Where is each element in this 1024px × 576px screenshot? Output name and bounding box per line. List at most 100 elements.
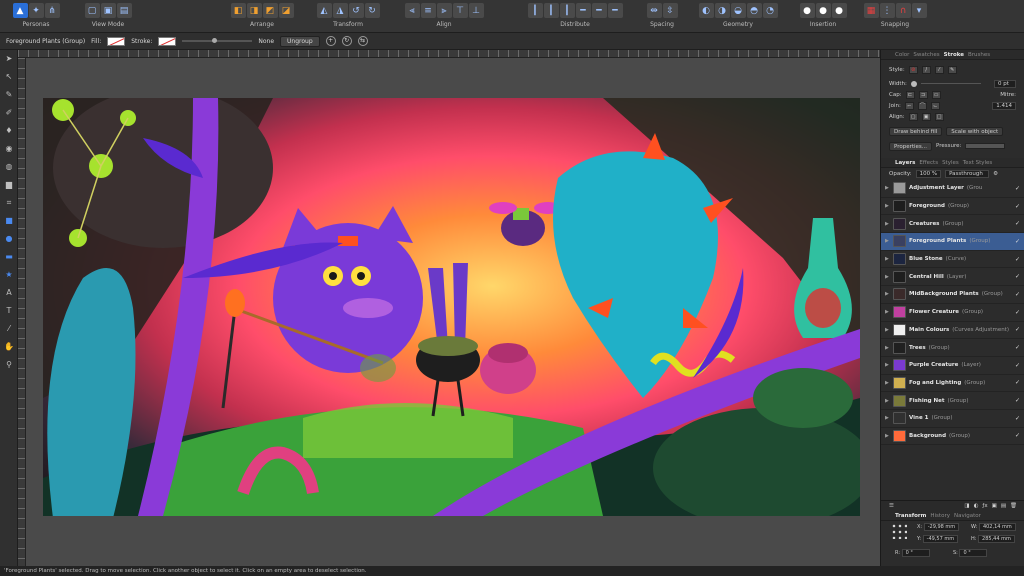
layer-row[interactable]: ▶ Blue Stone (Curve) ✓	[881, 251, 1024, 269]
snapping-grid-icon[interactable]: ▦	[863, 3, 879, 18]
tab-swatches[interactable]: Swatches	[913, 52, 939, 58]
layer-row[interactable]: ▶ Trees (Group) ✓	[881, 339, 1024, 357]
tab-text-styles[interactable]: Text Styles	[963, 160, 993, 166]
texture-line-icon[interactable]: ✎	[947, 65, 957, 74]
shear-field[interactable]: 0 °	[959, 549, 988, 557]
align-top-icon[interactable]: ⊤	[452, 3, 468, 18]
align-middle-icon[interactable]: ⊥	[468, 3, 484, 18]
mask-icon[interactable]: ◨	[964, 503, 969, 509]
visibility-check-icon[interactable]: ✓	[1015, 344, 1020, 351]
stroke-width-slider[interactable]	[182, 38, 253, 43]
visibility-check-icon[interactable]: ✓	[1015, 220, 1020, 227]
artistic-text-icon[interactable]: A	[2, 286, 16, 300]
crop-tool-icon[interactable]: ⌗	[2, 196, 16, 210]
align-inside-icon[interactable]: ▢	[908, 112, 918, 121]
join-bevel-icon[interactable]: ⌙	[930, 101, 940, 110]
pixel-persona-icon[interactable]: ✦	[28, 3, 44, 18]
visibility-check-icon[interactable]: ✓	[1015, 415, 1020, 422]
opacity-field[interactable]: 100 %	[915, 170, 942, 178]
expand-arrow-icon[interactable]: ▶	[885, 362, 890, 368]
snapping-1-icon[interactable]: ⋮	[879, 3, 895, 18]
geometry-xor-icon[interactable]: ◓	[746, 3, 762, 18]
artwork[interactable]	[43, 98, 860, 516]
designer-persona-icon[interactable]: ▲	[12, 3, 28, 18]
rounded-rect-tool-icon[interactable]: ▬	[2, 250, 16, 264]
insert-behind-icon[interactable]: ●	[799, 3, 815, 18]
arrange-front-icon[interactable]: ◪	[278, 3, 294, 18]
settings-icon[interactable]: ⚙	[993, 171, 998, 177]
expand-arrow-icon[interactable]: ▶	[885, 345, 890, 351]
eyedropper-icon[interactable]: ⁄	[2, 322, 16, 336]
layer-row[interactable]: ▶ Central Hill (Layer) ✓	[881, 268, 1024, 287]
geometry-divide-icon[interactable]: ◔	[762, 3, 778, 18]
move-tool-icon[interactable]: ➤	[2, 52, 16, 66]
distribute-5-icon[interactable]: ━	[591, 3, 607, 18]
spacing-1-icon[interactable]: ⇹	[646, 3, 662, 18]
pressure-curve[interactable]	[965, 143, 1006, 149]
expand-arrow-icon[interactable]: ▶	[885, 433, 890, 439]
expand-arrow-icon[interactable]: ▶	[885, 398, 890, 404]
vector-brush-icon[interactable]: ♦	[2, 124, 16, 138]
pencil-tool-icon[interactable]: ✐	[2, 106, 16, 120]
view-mode-3-icon[interactable]: ▤	[116, 3, 132, 18]
align-center-icon[interactable]: ≡	[420, 3, 436, 18]
rotate-icon[interactable]: ↻	[341, 36, 352, 46]
document-canvas[interactable]	[26, 58, 880, 566]
arrange-back-icon[interactable]: ◧	[230, 3, 246, 18]
tab-styles[interactable]: Styles	[942, 160, 959, 166]
layer-row[interactable]: ▶ MidBackground Plants (Group) ✓	[881, 286, 1024, 304]
insert-inside-icon[interactable]: ●	[831, 3, 847, 18]
stroke-swatch[interactable]	[158, 36, 177, 46]
visibility-check-icon[interactable]: ✓	[1015, 379, 1020, 386]
geometry-intersect-icon[interactable]: ◒	[730, 3, 746, 18]
visibility-check-icon[interactable]: ✓	[1015, 273, 1020, 280]
color-picker-icon[interactable]: ▆	[2, 178, 16, 192]
solid-line-icon[interactable]: /	[921, 65, 931, 74]
tab-effects[interactable]: Effects	[919, 160, 938, 166]
dash-line-icon[interactable]: ⁄	[934, 65, 944, 74]
join-round-icon[interactable]: ⌒	[917, 101, 927, 110]
tab-stroke[interactable]: Stroke	[944, 52, 964, 58]
width-slider-handle[interactable]	[910, 80, 917, 87]
distribute-1-icon[interactable]: ┃	[527, 3, 543, 18]
layer-row[interactable]: ▶ Foreground Plants (Group) ✓	[881, 233, 1024, 251]
visibility-check-icon[interactable]: ✓	[1015, 326, 1020, 333]
expand-arrow-icon[interactable]: ▶	[885, 309, 890, 315]
properties-button[interactable]: Properties...	[889, 141, 933, 151]
hand-tool-icon[interactable]: ✋	[2, 340, 16, 354]
arrange-forward-icon[interactable]: ◩	[262, 3, 278, 18]
expand-arrow-icon[interactable]: ▶	[885, 415, 890, 421]
layer-row[interactable]: ▶ Foreground (Group) ✓	[881, 198, 1024, 216]
frame-text-icon[interactable]: T	[2, 304, 16, 318]
tab-history[interactable]: History	[930, 513, 950, 519]
layer-row[interactable]: ▶ Purple Creature (Layer) ✓	[881, 357, 1024, 375]
spacing-2-icon[interactable]: ⇳	[662, 3, 678, 18]
tab-navigator[interactable]: Navigator	[954, 513, 981, 519]
align-left-icon[interactable]: ⫷	[404, 3, 420, 18]
layer-row[interactable]: ▶ Fog and Lighting (Group) ✓	[881, 375, 1024, 393]
view-mode-1-icon[interactable]: ▢	[84, 3, 100, 18]
snapping-dropdown-icon[interactable]: ▾	[911, 3, 927, 18]
visibility-check-icon[interactable]: ✓	[1015, 309, 1020, 316]
align-outside-icon[interactable]: □	[934, 112, 944, 121]
adjustment-icon[interactable]: ◐	[974, 503, 979, 509]
expand-arrow-icon[interactable]: ▶	[885, 203, 890, 209]
visibility-check-icon[interactable]: ✓	[1015, 397, 1020, 404]
layer-row[interactable]: ▶ Adjustment Layer (Grou ✓	[881, 180, 1024, 198]
rotate-left-icon[interactable]: ↺	[348, 3, 364, 18]
tab-brushes[interactable]: Brushes	[968, 52, 990, 58]
scale-with-object-button[interactable]: Scale with object	[946, 126, 1004, 136]
width-slider-track[interactable]	[920, 83, 981, 84]
distribute-6-icon[interactable]: ━	[607, 3, 623, 18]
width-field[interactable]: 0 pt	[994, 79, 1016, 88]
arrange-backward-icon[interactable]: ◨	[246, 3, 262, 18]
draw-behind-fill-button[interactable]: Draw behind fill	[889, 126, 943, 136]
expand-arrow-icon[interactable]: ▶	[885, 256, 890, 262]
tab-color[interactable]: Color	[895, 52, 909, 58]
geometry-subtract-icon[interactable]: ◑	[714, 3, 730, 18]
snapping-magnet-icon[interactable]: ∩	[895, 3, 911, 18]
expand-arrow-icon[interactable]: ▶	[885, 221, 890, 227]
align-right-icon[interactable]: ⫸	[436, 3, 452, 18]
cap-square-icon[interactable]: ▭	[931, 90, 941, 99]
ungroup-button[interactable]: Ungroup	[280, 35, 320, 47]
